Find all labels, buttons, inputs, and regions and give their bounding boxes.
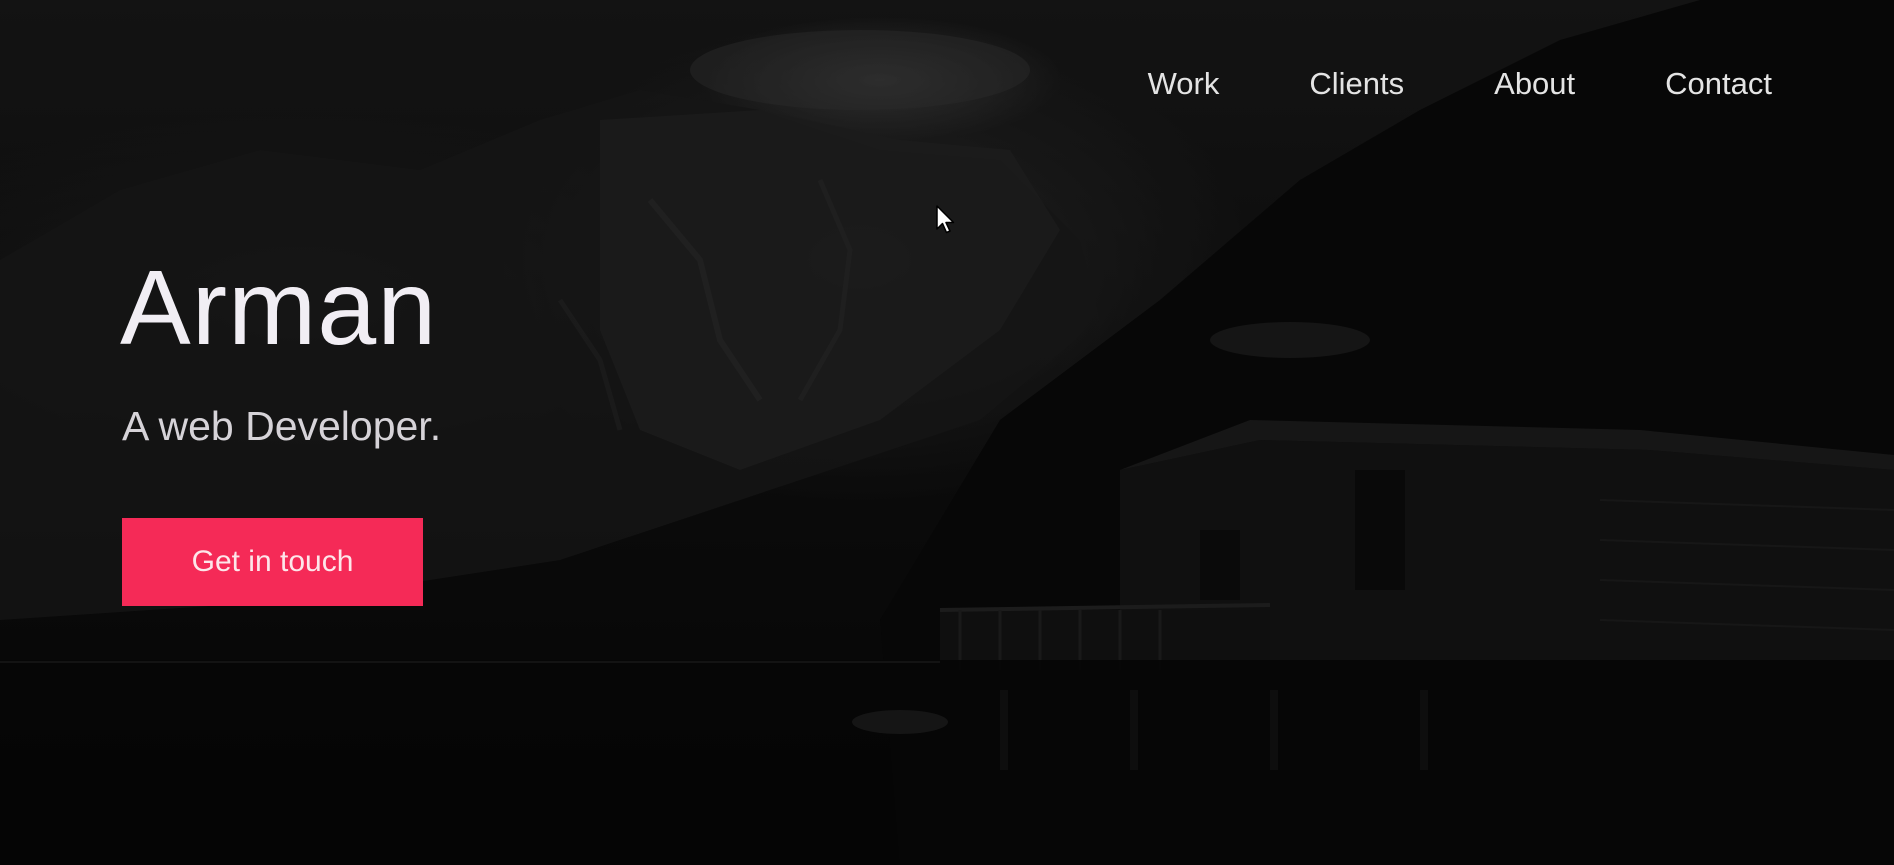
main-navigation: Work Clients About Contact: [1148, 66, 1772, 102]
nav-link-about[interactable]: About: [1494, 66, 1575, 102]
nav-link-clients[interactable]: Clients: [1309, 66, 1404, 102]
nav-link-contact[interactable]: Contact: [1665, 66, 1772, 102]
hero-name-heading: Arman: [120, 249, 438, 367]
get-in-touch-button[interactable]: Get in touch: [122, 518, 423, 606]
get-in-touch-button-label: Get in touch: [191, 545, 354, 578]
hero-tagline: A web Developer.: [122, 403, 442, 449]
mouse-pointer-icon: [936, 205, 955, 234]
nav-link-work[interactable]: Work: [1148, 66, 1220, 102]
hero-section: Work Clients About Contact Arman A web D…: [0, 0, 1894, 865]
